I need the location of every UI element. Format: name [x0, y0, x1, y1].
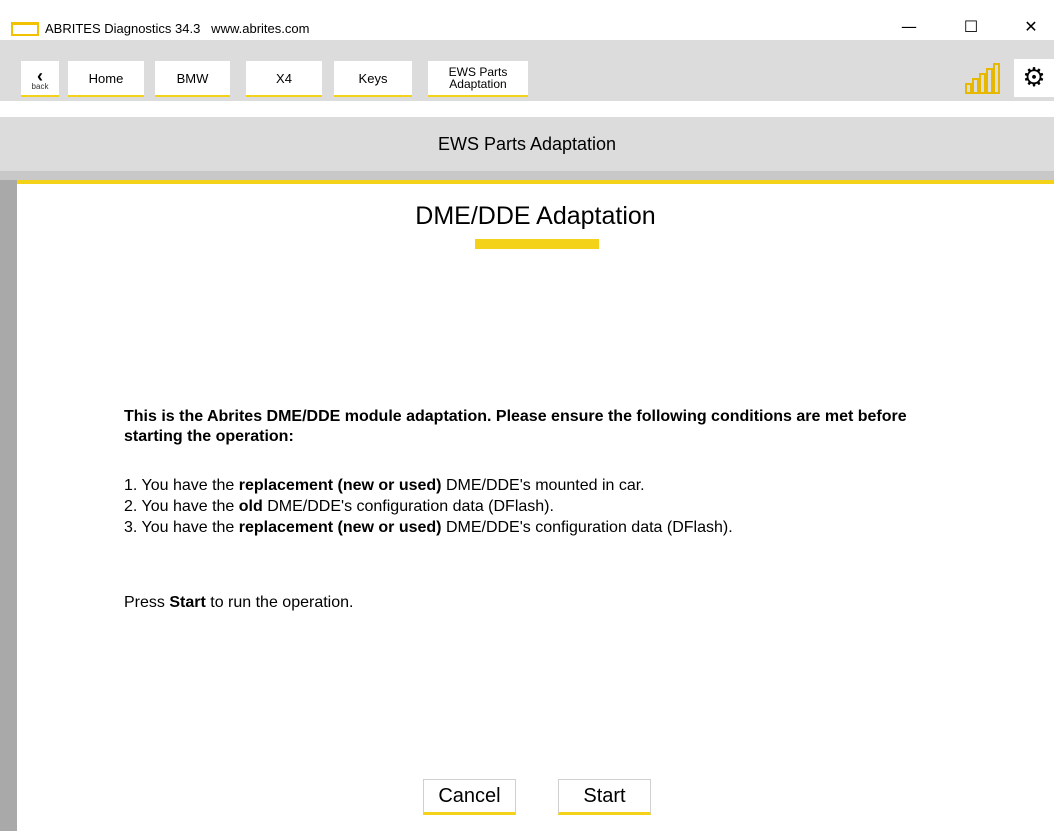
navigation-bar: ‹ back Home BMW X4 Keys EWS Parts Adaptat… — [0, 40, 1054, 101]
signal-strength-icon — [965, 63, 1000, 94]
cancel-button[interactable]: Cancel — [423, 779, 516, 815]
title-bar: ABRITES Diagnostics 34.3 www.abrites.com… — [0, 0, 1054, 40]
back-label: back — [31, 81, 49, 91]
gear-icon: ⚙ — [1022, 63, 1046, 93]
section-header: EWS Parts Adaptation — [0, 117, 1054, 171]
condition-2: 2. You have the old DME/DDE's configurat… — [124, 498, 554, 515]
maximize-button[interactable]: ☐ — [948, 12, 994, 40]
breadcrumb-x4[interactable]: X4 — [246, 61, 322, 97]
condition-3: 3. You have the replacement (new or used… — [124, 519, 733, 536]
breadcrumb-ews-line2: Adaptation — [449, 77, 507, 91]
spacer — [0, 101, 1054, 117]
title-underline — [475, 239, 599, 249]
breadcrumb-keys[interactable]: Keys — [334, 61, 412, 97]
breadcrumb-home[interactable]: Home — [68, 61, 144, 97]
page-title: DME/DDE Adaptation — [415, 202, 656, 230]
breadcrumb-bmw[interactable]: BMW — [155, 61, 230, 97]
app-logo-icon — [11, 22, 39, 36]
minimize-button[interactable]: — — [886, 12, 932, 40]
chevron-left-icon: ‹ — [37, 65, 43, 86]
close-button[interactable]: ✕ — [1008, 12, 1054, 40]
back-button[interactable]: ‹ back — [21, 61, 59, 97]
press-start-instruction: Press Start to run the operation. — [124, 594, 354, 611]
start-button[interactable]: Start — [558, 779, 651, 815]
intro-text: This is the Abrites DME/DDE module adapt… — [124, 408, 907, 445]
settings-button[interactable]: ⚙ — [1014, 59, 1054, 97]
left-border — [0, 180, 17, 831]
condition-1: 1. You have the replacement (new or used… — [124, 477, 645, 494]
window-title: ABRITES Diagnostics 34.3 www.abrites.com — [45, 21, 310, 36]
breadcrumb-ews-parts-adaptation[interactable]: EWS Parts Adaptation — [428, 61, 528, 97]
divider — [0, 171, 1054, 180]
content-panel: DME/DDE Adaptation This is the Abrites D… — [17, 180, 1054, 831]
